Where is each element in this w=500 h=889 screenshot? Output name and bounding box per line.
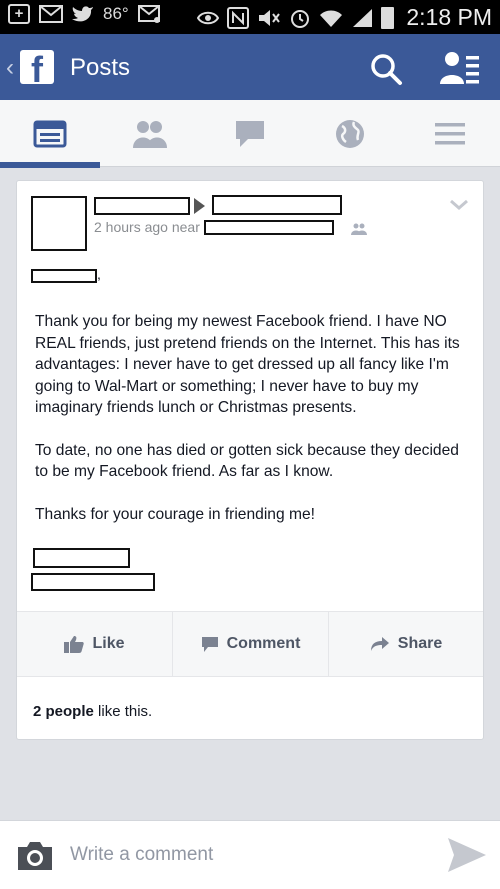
comment-input[interactable] [70, 835, 420, 875]
news-feed-icon [33, 120, 67, 147]
mute-icon [259, 9, 281, 26]
redacted-author-name[interactable] [94, 197, 190, 215]
signal-icon [353, 8, 373, 27]
wifi-icon [320, 10, 343, 27]
tab-more[interactable] [400, 100, 500, 167]
share-label: Share [397, 635, 443, 652]
battery-icon [381, 6, 395, 29]
thumbs-up-icon [64, 636, 85, 653]
share-arrow-icon [370, 637, 389, 651]
facebook-logo[interactable]: f [20, 50, 54, 84]
friend-requests-icon [133, 120, 167, 148]
friends-list-icon[interactable] [440, 50, 480, 86]
post-paragraph: To date, no one has died or gotten sick … [35, 441, 459, 481]
mail-icon [39, 5, 63, 23]
redacted-location[interactable] [204, 220, 334, 235]
post-body: Thank you for being my newest Facebook f… [35, 311, 475, 546]
post-paragraph: Thank you for being my newest Facebook f… [35, 313, 460, 416]
greeting-comma: , [97, 266, 101, 282]
temperature-text: 86° [103, 4, 129, 23]
nfc-icon [227, 6, 250, 29]
camera-icon[interactable] [17, 841, 53, 871]
more-menu-icon [435, 122, 465, 144]
like-label: Like [92, 635, 125, 652]
back-chevron-icon[interactable]: ‹ [6, 54, 14, 82]
alarm-icon [291, 9, 310, 28]
send-icon[interactable] [447, 837, 487, 873]
likes-summary[interactable]: 2 people like this. [33, 703, 152, 720]
clock-text: 2:18 PM [406, 4, 492, 30]
comment-button[interactable]: Comment [173, 612, 328, 676]
friends-audience-icon [351, 223, 367, 235]
redacted-signature-line-2 [31, 573, 155, 591]
redacted-signature-line-1 [33, 548, 130, 568]
post-paragraph: Thanks for your courage in friending me! [35, 505, 315, 523]
messages-icon [236, 120, 264, 147]
redacted-greeting-name [31, 269, 97, 283]
likes-count[interactable]: 2 people [33, 703, 94, 720]
comment-bubble-icon [201, 636, 218, 652]
active-tab-indicator [0, 162, 100, 168]
post-options-chevron-icon[interactable] [449, 199, 469, 211]
notifications-globe-icon [336, 119, 364, 148]
tab-bar [0, 100, 500, 168]
twitter-icon [72, 6, 93, 22]
status-bar-right: 2:18 PM [197, 4, 492, 31]
tab-news-feed[interactable] [0, 100, 100, 168]
post-timestamp: 2 hours ago near [94, 219, 200, 235]
likes-suffix: like this. [93, 703, 153, 720]
author-avatar[interactable] [31, 196, 87, 251]
tab-messages[interactable] [200, 100, 300, 167]
redacted-recipient-name[interactable] [212, 195, 342, 215]
post-actions-bar: Like Comment Share [17, 611, 483, 677]
post-card: 2 hours ago near , Thank you for being m… [16, 180, 484, 740]
image-mail-icon [137, 5, 160, 23]
status-bar-left: + 86° [8, 4, 162, 24]
like-button[interactable]: Like [17, 612, 172, 676]
add-notification-icon: + [8, 4, 30, 24]
search-icon[interactable] [369, 52, 403, 86]
tab-notifications[interactable] [300, 100, 400, 167]
posted-to-arrow-icon [194, 198, 205, 214]
comment-label: Comment [226, 635, 301, 652]
eye-icon [197, 11, 220, 24]
app-bar: ‹ f Posts [0, 34, 500, 100]
page-title: Posts [70, 54, 131, 81]
tab-friend-requests[interactable] [100, 100, 200, 167]
status-bar: + 86° 2:18 PM [0, 0, 500, 34]
comment-composer [0, 820, 500, 889]
share-button[interactable]: Share [329, 612, 483, 676]
